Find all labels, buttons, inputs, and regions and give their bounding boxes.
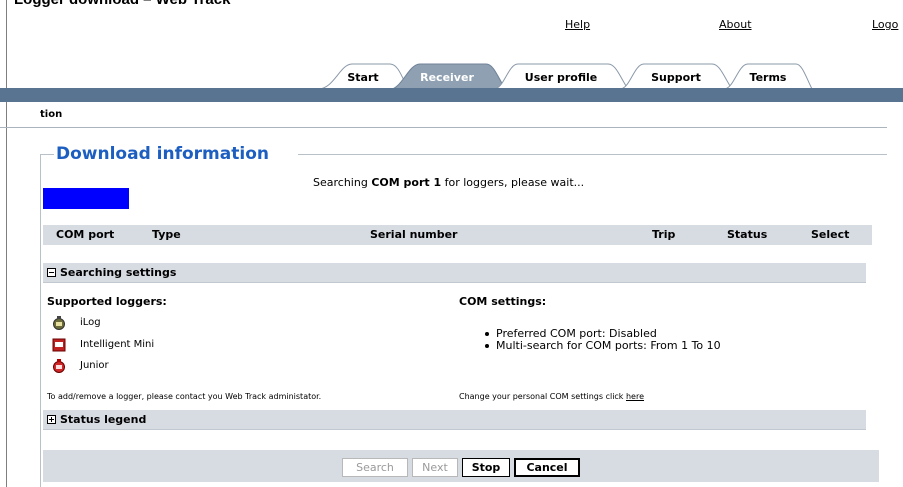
progress-bar bbox=[43, 188, 129, 209]
logger-item-ilog: iLog bbox=[52, 316, 252, 334]
fieldset-border-vertical bbox=[40, 154, 41, 487]
status-legend-toggle[interactable]: Status legend bbox=[43, 410, 866, 430]
col-status: Status bbox=[727, 228, 768, 241]
collapse-icon bbox=[47, 268, 56, 277]
about-link[interactable]: About bbox=[719, 18, 752, 31]
change-com-settings-note: Change your personal COM settings click … bbox=[459, 392, 644, 401]
tab-user-profile[interactable]: User profile bbox=[494, 62, 628, 90]
logger-name: Junior bbox=[80, 360, 109, 371]
button-bar bbox=[43, 450, 879, 482]
col-type: Type bbox=[152, 228, 181, 241]
com-setting-item: Multi-search for COM ports: From 1 To 10 bbox=[483, 340, 721, 352]
breadcrumb-text: tion bbox=[40, 109, 63, 120]
next-button[interactable]: Next bbox=[412, 458, 458, 477]
tab-support-label: Support bbox=[651, 70, 701, 84]
window-title-strip: Logger download – Web Track bbox=[0, 0, 903, 9]
breadcrumb: tion bbox=[0, 108, 887, 128]
searching-settings-label: Searching settings bbox=[60, 266, 177, 279]
col-select: Select bbox=[811, 228, 850, 241]
expand-icon bbox=[47, 415, 56, 424]
page-title: Download information bbox=[56, 144, 269, 164]
help-link[interactable]: Help bbox=[565, 18, 590, 31]
tab-user-profile-label: User profile bbox=[524, 70, 598, 84]
nav-bar bbox=[0, 88, 903, 102]
search-button[interactable]: Search bbox=[342, 458, 408, 477]
searching-settings-toggle[interactable]: Searching settings bbox=[43, 263, 866, 283]
logger-item-intelligent-mini: Intelligent Mini bbox=[52, 338, 252, 356]
search-status: Searching COM port 1 for loggers, please… bbox=[313, 176, 584, 189]
stop-button[interactable]: Stop bbox=[462, 458, 510, 477]
change-com-settings-text: Change your personal COM settings click bbox=[459, 392, 626, 401]
intelligent-mini-icon bbox=[52, 338, 66, 352]
search-status-port: COM port 1 bbox=[371, 176, 442, 189]
supported-loggers-heading: Supported loggers: bbox=[47, 295, 167, 308]
fieldset-border-left bbox=[40, 154, 54, 155]
tab-receiver-label: Receiver bbox=[420, 70, 474, 84]
status-legend-label: Status legend bbox=[60, 413, 147, 426]
search-status-suffix: for loggers, please wait... bbox=[441, 176, 585, 189]
change-com-settings-link[interactable]: here bbox=[626, 392, 644, 401]
search-status-prefix: Searching bbox=[313, 176, 372, 189]
logger-table-header: COM port Type Serial number Trip Status … bbox=[43, 225, 872, 245]
com-settings-list: Preferred COM port: Disabled Multi-searc… bbox=[483, 328, 721, 352]
tab-terms-label: Terms bbox=[749, 70, 787, 84]
logger-item-junior: Junior bbox=[52, 359, 252, 377]
ilog-icon bbox=[53, 316, 65, 330]
tab-start-label: Start bbox=[347, 70, 379, 84]
fieldset-border-right bbox=[298, 154, 887, 155]
col-trip: Trip bbox=[652, 228, 676, 241]
junior-icon bbox=[53, 359, 65, 373]
contact-admin-note: To add/remove a logger, please contact y… bbox=[47, 392, 322, 401]
logger-name: Intelligent Mini bbox=[80, 339, 155, 350]
com-settings-heading: COM settings: bbox=[459, 295, 547, 308]
main-tabs: Start Receiver User profile Support Term… bbox=[0, 62, 903, 90]
col-com-port: COM port bbox=[56, 228, 115, 241]
cancel-button[interactable]: Cancel bbox=[514, 458, 580, 477]
tab-support[interactable]: Support bbox=[620, 62, 732, 90]
tab-receiver[interactable]: Receiver bbox=[388, 62, 506, 90]
logger-name: iLog bbox=[80, 317, 101, 328]
col-serial-number: Serial number bbox=[370, 228, 458, 241]
tab-terms[interactable]: Terms bbox=[724, 62, 812, 90]
window-title: Logger download – Web Track bbox=[14, 0, 230, 8]
logout-link[interactable]: Logo bbox=[872, 18, 898, 31]
